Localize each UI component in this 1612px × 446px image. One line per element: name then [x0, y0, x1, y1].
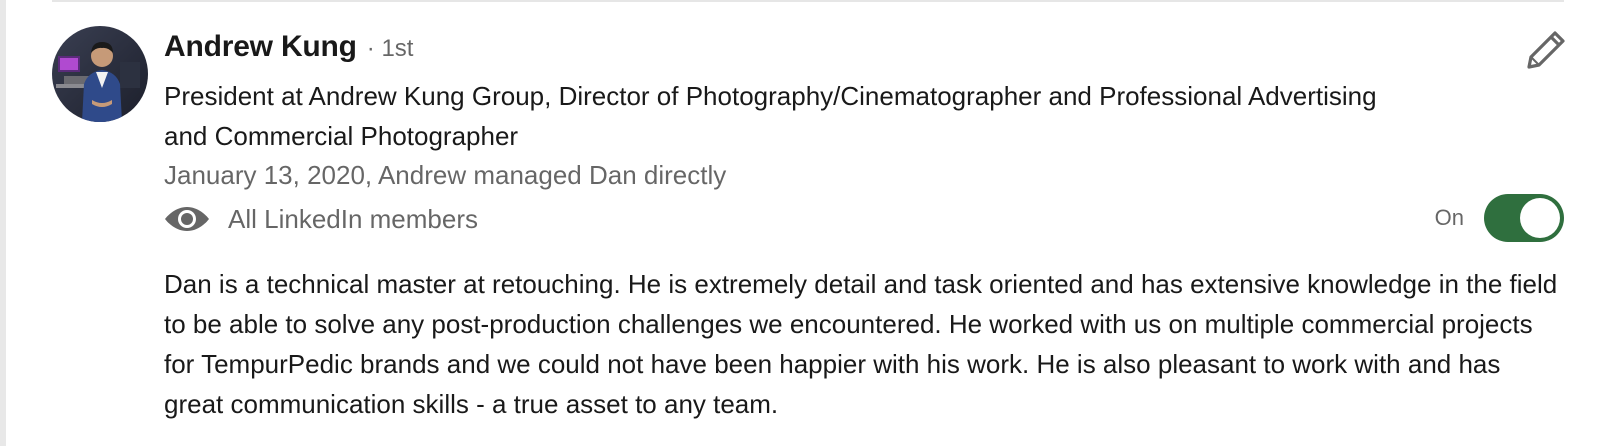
avatar[interactable] [52, 26, 148, 122]
toggle-state-label: On [1434, 205, 1464, 230]
eye-icon [165, 207, 209, 231]
top-divider [52, 0, 1564, 2]
visibility-label: All LinkedIn members [228, 203, 478, 234]
left-border [0, 0, 6, 446]
toggle-knob [1520, 198, 1560, 238]
visibility-setting: All LinkedIn members [164, 199, 478, 239]
recommender-name-row: Andrew Kung · 1st [164, 30, 413, 74]
recommendation-text: Dan is a technical master at retouching.… [164, 269, 1558, 419]
show-on-profile-toggle-group: On [1435, 194, 1564, 242]
recommender-name[interactable]: Andrew Kung [164, 30, 357, 64]
edit-button[interactable] [1524, 28, 1568, 72]
recommendation-card: Andrew Kung · 1st President at Andrew Ku… [0, 0, 1612, 446]
recommendation-meta: January 13, 2020, Andrew managed Dan dir… [164, 160, 727, 190]
profile-photo-icon [52, 26, 148, 122]
recommender-headline: President at Andrew Kung Group, Director… [164, 81, 1377, 151]
connection-degree: · 1st [366, 35, 414, 62]
show-on-profile-toggle[interactable] [1484, 194, 1564, 242]
pencil-icon [1527, 31, 1565, 69]
